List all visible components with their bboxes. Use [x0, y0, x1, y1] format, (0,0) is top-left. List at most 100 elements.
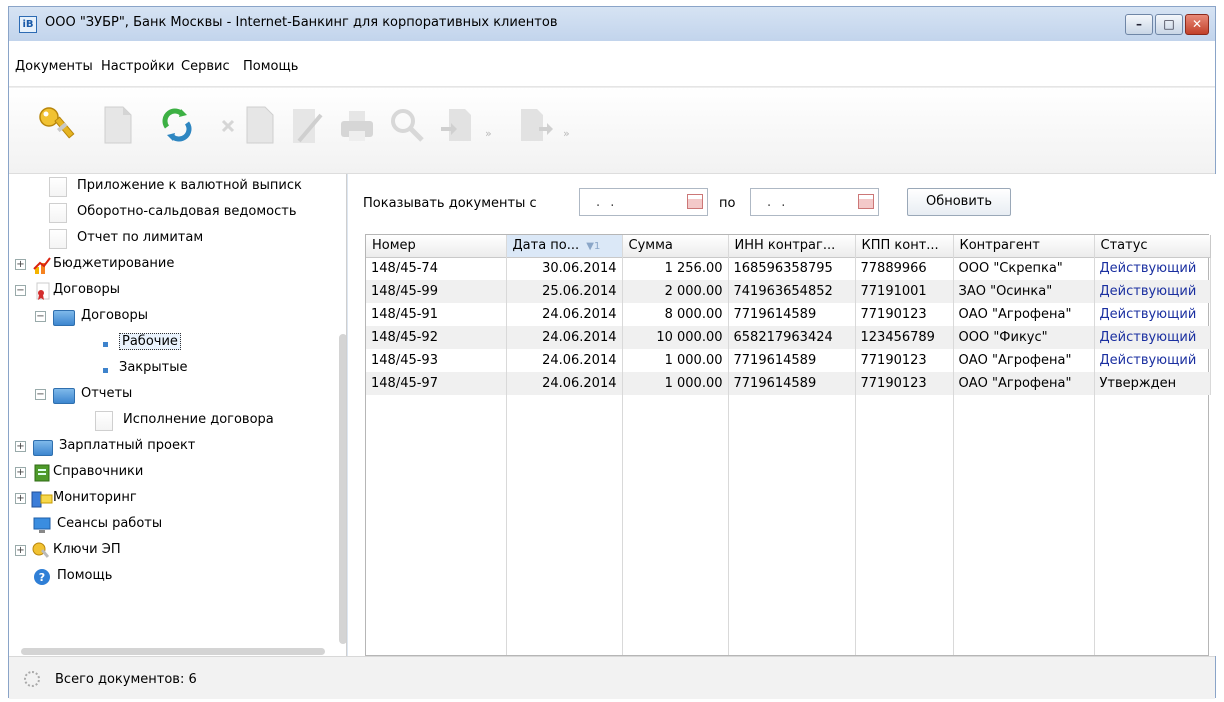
table-row[interactable]: 148/45-91 24.06.2014 8 000.00 7719614589 771… [366, 303, 1211, 326]
table-cell: 77889966 [855, 257, 954, 280]
documents-table: Номер Дата по... ▼1 Сумма ИНН контраг...… [365, 234, 1211, 656]
table-cell: ООО "Фикус" [953, 326, 1095, 349]
tree-item-budgeting[interactable]: + Бюджетирование [9, 252, 329, 278]
collapse-icon[interactable]: − [15, 285, 26, 296]
column-header-date[interactable]: Дата по... ▼1 [506, 235, 623, 258]
column-header-status[interactable]: Статус [1094, 235, 1211, 258]
maximize-icon: □ [1163, 17, 1175, 31]
table-cell: 148/45-99 [366, 280, 507, 303]
expand-icon[interactable]: + [15, 467, 26, 478]
column-header-kpp[interactable]: КПП конт... [855, 235, 954, 258]
new-document-icon[interactable] [93, 101, 141, 149]
table-row[interactable]: 148/45-74 30.06.2014 1 256.00 168596358795 7… [366, 257, 1211, 280]
date-from-field[interactable]: . . [579, 188, 708, 216]
table-cell: 148/45-92 [366, 326, 507, 349]
calendar-icon[interactable] [858, 194, 874, 209]
import-dropdown-icon[interactable]: » [485, 127, 492, 140]
export-icon[interactable] [511, 101, 559, 149]
table-row[interactable]: 148/45-92 24.06.2014 10 000.00 658217963424… [366, 326, 1211, 349]
monitor-icon [33, 517, 51, 533]
column-header-amount[interactable]: Сумма [622, 235, 729, 258]
tree-item-closed[interactable]: Закрытые [95, 356, 295, 382]
app-icon: iB [19, 16, 37, 33]
print-icon[interactable] [333, 101, 381, 149]
tree-item-salary-project[interactable]: + Зарплатный проект [9, 434, 329, 460]
column-header-inn[interactable]: ИНН контраг... [728, 235, 856, 258]
table-cell: ООО "Скрепка" [953, 257, 1095, 280]
document-icon [49, 203, 67, 223]
toolbar: » » [9, 87, 1215, 174]
table-cell: 7719614589 [728, 303, 856, 326]
table-cell: Действующий [1094, 257, 1211, 280]
keys-icon[interactable] [33, 101, 81, 149]
table-cell: ЗАО "Осинка" [953, 280, 1095, 303]
import-icon[interactable] [435, 101, 483, 149]
refresh-icon[interactable] [153, 101, 201, 149]
close-button[interactable]: ✕ [1185, 14, 1209, 35]
tree-item-contract-execution[interactable]: Исполнение договора [95, 408, 335, 434]
table-cell: ОАО "Агрофена" [953, 349, 1095, 372]
table-cell: 741963654852 [728, 280, 856, 303]
tree-item-sessions[interactable]: Сеансы работы [29, 512, 329, 538]
table-cell: 77190123 [855, 303, 954, 326]
tree-horizontal-scrollbar[interactable] [21, 648, 325, 655]
tree-item-references[interactable]: + Справочники [9, 460, 329, 486]
close-icon: ✕ [1191, 17, 1203, 31]
table-cell: 10 000.00 [622, 326, 729, 349]
tree-item-working[interactable]: Рабочие [95, 330, 295, 356]
table-cell: ОАО "Агрофена" [953, 372, 1095, 395]
chart-icon [33, 257, 51, 274]
document-icon[interactable] [233, 101, 281, 149]
minimize-button[interactable]: – [1125, 14, 1153, 35]
menu-documents[interactable]: Документы [15, 59, 93, 74]
menu-settings[interactable]: Настройки [101, 59, 174, 74]
expand-icon[interactable]: + [15, 493, 26, 504]
collapse-icon[interactable]: − [35, 311, 46, 322]
table-cell: 148/45-97 [366, 372, 507, 395]
menu-service[interactable]: Сервис [181, 59, 230, 74]
tree-item-keys[interactable]: + Ключи ЭП [9, 538, 329, 564]
tree-item-contracts-folder[interactable]: − Договоры [29, 304, 329, 330]
folder-icon [53, 310, 75, 326]
date-filter-label: Показывать документы с [363, 196, 537, 211]
collapse-icon[interactable]: − [35, 389, 46, 400]
table-cell: 148/45-74 [366, 257, 507, 280]
table-cell: 148/45-93 [366, 349, 507, 372]
document-icon [49, 177, 67, 197]
column-header-counterparty[interactable]: Контрагент [953, 235, 1095, 258]
search-icon[interactable] [383, 101, 431, 149]
help-icon: ? [34, 569, 50, 585]
table-row[interactable]: 148/45-99 25.06.2014 2 000.00 741963654852 7… [366, 280, 1211, 303]
tree-vertical-scrollbar[interactable] [339, 334, 346, 644]
table-cell: 148/45-91 [366, 303, 507, 326]
expand-icon[interactable]: + [15, 259, 26, 270]
expand-icon[interactable]: + [15, 441, 26, 452]
refresh-button[interactable]: Обновить [907, 188, 1011, 216]
table-cell: Действующий [1094, 326, 1211, 349]
tree-item-contracts[interactable]: − Договоры [9, 278, 329, 304]
table-cell: 24.06.2014 [506, 349, 623, 372]
document-icon [49, 229, 67, 249]
tree-item-help[interactable]: ? Помощь [29, 564, 329, 590]
tree-item-reports-folder[interactable]: − Отчеты [29, 382, 329, 408]
bullet-icon [103, 368, 108, 373]
sort-descending-icon: ▼1 [586, 241, 601, 253]
edit-icon[interactable] [283, 101, 331, 149]
tree-item-monitoring[interactable]: + Мониторинг [9, 486, 329, 512]
expand-icon[interactable]: + [15, 545, 26, 556]
menu-help[interactable]: Помощь [243, 59, 298, 74]
document-icon [95, 411, 113, 431]
table-cell: Действующий [1094, 280, 1211, 303]
calendar-icon[interactable] [687, 194, 703, 209]
date-to-field[interactable]: . . [750, 188, 879, 216]
table-cell: 77191001 [855, 280, 954, 303]
export-dropdown-icon[interactable]: » [563, 127, 570, 140]
column-header-number[interactable]: Номер [366, 235, 507, 258]
table-row[interactable]: 148/45-93 24.06.2014 1 000.00 7719614589 771… [366, 349, 1211, 372]
table-cell: 123456789 [855, 326, 954, 349]
maximize-button[interactable]: □ [1155, 14, 1183, 35]
table-cell: 77190123 [855, 349, 954, 372]
table-cell: Действующий [1094, 349, 1211, 372]
table-cell: 658217963424 [728, 326, 856, 349]
table-row[interactable]: 148/45-97 24.06.2014 1 000.00 7719614589 771… [366, 372, 1211, 395]
